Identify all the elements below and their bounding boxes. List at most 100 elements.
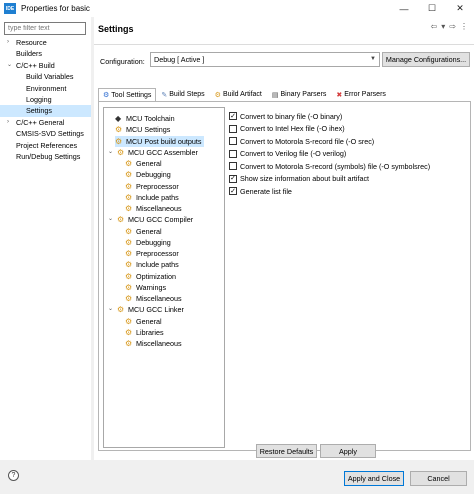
tool-tree-item[interactable]: ⚙ Miscellaneous <box>125 338 182 349</box>
chevron-down-icon[interactable]: ⌄ <box>7 60 12 71</box>
manage-configurations-button[interactable]: Manage Configurations... <box>382 52 470 67</box>
tab-build-steps[interactable]: ✎ Build Steps <box>156 88 209 101</box>
tool-tree-item[interactable]: ⚙ Optimization <box>125 271 176 282</box>
tool-tree-label: Debugging <box>136 237 171 247</box>
tool-tree-item[interactable]: ⚙ MCU Settings <box>115 124 170 135</box>
tree-item[interactable]: Environment <box>0 83 91 94</box>
minimize-icon[interactable]: — <box>390 0 418 17</box>
tree-item[interactable]: Run/Debug Settings <box>0 151 91 162</box>
tool-tree-item[interactable]: ⌄ ⚙ MCU GCC Assembler <box>108 147 198 158</box>
tool-tree-item[interactable]: ⌄ ⚙ MCU GCC Compiler <box>108 214 193 225</box>
tool-tree-item[interactable]: ⚙ General <box>125 158 162 169</box>
tool-tree-item[interactable]: ⚙ Debugging <box>125 169 171 180</box>
tool-tree-label: MCU GCC Assembler <box>128 147 198 157</box>
app-icon: IDE <box>4 3 16 14</box>
tree-item[interactable]: ⌄ C/C++ Build <box>0 60 91 71</box>
help-icon[interactable]: ? <box>8 470 19 481</box>
chevron-down-icon[interactable]: ⌄ <box>108 214 113 225</box>
tree-item[interactable]: CMSIS-SVD Settings <box>0 128 91 139</box>
forward-icon[interactable]: ⇨ <box>449 22 456 31</box>
tool-tree-label: Miscellaneous <box>136 294 182 303</box>
tool-tree-item[interactable]: ◆ MCU Toolchain <box>115 113 175 124</box>
option-label: Convert to Motorola S-record file (-O sr… <box>240 136 375 146</box>
dropdown-icon[interactable]: ▾ <box>441 22 445 31</box>
tree-item[interactable]: › Resource <box>0 37 91 48</box>
tool-tree-label: Include paths <box>136 192 179 202</box>
checkbox[interactable] <box>229 137 237 146</box>
option-row[interactable]: Convert to Motorola S-record file (-O sr… <box>229 135 469 148</box>
tab-error-parsers[interactable]: ✖ Error Parsers <box>331 88 391 101</box>
option-row[interactable]: Convert to Verilog file (-O verilog) <box>229 148 469 161</box>
tree-item-label: Project References <box>16 140 78 150</box>
tree-item[interactable]: Logging <box>0 94 91 105</box>
tree-item[interactable]: Builders <box>0 48 91 59</box>
tab-label: Tool Settings <box>111 91 152 99</box>
tab-tool-settings[interactable]: ⚙ Tool Settings <box>98 88 157 101</box>
chevron-right-icon[interactable]: › <box>7 117 9 128</box>
gear-icon: ⚙ <box>117 215 125 225</box>
option-row[interactable]: ✓ Show size information about built artif… <box>229 173 469 186</box>
menu-icon[interactable]: ⋮ <box>460 22 468 31</box>
tree-item-label: C/C++ General <box>16 117 65 127</box>
option-label: Show size information about built artifa… <box>240 174 370 184</box>
maximize-icon[interactable]: ☐ <box>418 0 446 17</box>
tool-tree-label: Miscellaneous <box>136 204 182 213</box>
tool-tree-item[interactable]: ⚙ Debugging <box>125 237 171 248</box>
chevron-down-icon[interactable]: ⌄ <box>108 304 113 315</box>
tab-binary-parsers[interactable]: ▤ Binary Parsers <box>267 88 332 101</box>
option-label: Convert to Motorola S-record (symbols) f… <box>240 161 431 171</box>
tool-tree-label: MCU Settings <box>126 125 171 135</box>
right-pane: Settings ⇦ ▾ ⇨ ⋮ Configuration: Debug [ … <box>94 17 474 460</box>
tool-tree-item[interactable]: ⚙ Miscellaneous <box>125 203 182 214</box>
tree-item[interactable]: Project References <box>0 140 91 151</box>
option-row[interactable]: Convert to Intel Hex file (-O ihex) <box>229 123 469 136</box>
chevron-down-icon: ▼ <box>370 56 376 62</box>
checkbox[interactable]: ✓ <box>229 187 237 196</box>
checkbox[interactable]: ✓ <box>229 174 237 183</box>
tree-item[interactable]: Build Variables <box>0 71 91 82</box>
tool-tree-label: Preprocessor <box>136 181 179 191</box>
tool-tree-item[interactable]: ⌄ ⚙ MCU GCC Linker <box>108 304 184 315</box>
tool-tree-item[interactable]: ⚙ Miscellaneous <box>125 293 182 304</box>
checkbox[interactable] <box>229 162 237 171</box>
tool-tree-label: Warnings <box>136 282 167 292</box>
nav-icons: ⇦ ▾ ⇨ ⋮ <box>431 22 468 31</box>
tool-tree-item[interactable]: ⚙ Preprocessor <box>125 181 179 192</box>
tool-tree-item[interactable]: ⚙ Warnings <box>125 282 166 293</box>
tab-label: Error Parsers <box>344 91 386 98</box>
tool-tree-item[interactable]: ⚙ Include paths <box>125 259 179 270</box>
apply-and-close-button[interactable]: Apply and Close <box>344 471 404 486</box>
gear-icon: ⚙ <box>115 136 123 146</box>
close-icon[interactable]: ✕ <box>446 0 474 17</box>
tool-tree-item[interactable]: ⚙ Preprocessor <box>125 248 179 259</box>
chevron-down-icon[interactable]: ⌄ <box>108 147 113 158</box>
checkbox[interactable] <box>229 124 237 133</box>
tool-tree-item[interactable]: ⚙ MCU Post build outputs <box>115 135 204 147</box>
filter-input[interactable] <box>4 22 86 35</box>
checkbox[interactable] <box>229 149 237 158</box>
apply-button[interactable]: Apply <box>320 444 376 458</box>
tool-tree-label: Libraries <box>136 327 164 337</box>
tree-item-label: Run/Debug Settings <box>16 151 81 161</box>
tool-tree-label: MCU GCC Linker <box>128 305 184 315</box>
tab-build-artifact[interactable]: ⚙ Build Artifact <box>210 88 267 101</box>
configuration-select[interactable]: Debug [ Active ] ▼ <box>150 52 380 67</box>
option-row[interactable]: ✓ Convert to binary file (-O binary) <box>229 110 469 123</box>
chevron-right-icon[interactable]: › <box>7 37 9 48</box>
tab-label: Build Artifact <box>222 91 262 98</box>
tool-tree-item[interactable]: ⚙ General <box>125 226 162 237</box>
tool-tree-item[interactable]: ⚙ Libraries <box>125 327 164 338</box>
tool-tree-label: Preprocessor <box>136 249 179 258</box>
cancel-button[interactable]: Cancel <box>410 471 467 486</box>
option-row[interactable]: ✓ Generate list file <box>229 185 469 198</box>
tree-item-label: Settings <box>26 106 52 116</box>
tree-item[interactable]: Settings <box>0 105 91 117</box>
tree-item[interactable]: › C/C++ General <box>0 117 91 128</box>
tool-tree-item[interactable]: ⚙ General <box>125 316 162 327</box>
back-icon[interactable]: ⇦ <box>431 22 438 31</box>
option-row[interactable]: Convert to Motorola S-record (symbols) f… <box>229 160 469 173</box>
window-title: Properties for basic <box>21 4 90 13</box>
restore-defaults-button[interactable]: Restore Defaults <box>256 444 317 458</box>
tool-tree-item[interactable]: ⚙ Include paths <box>125 192 179 203</box>
checkbox[interactable]: ✓ <box>229 112 237 121</box>
